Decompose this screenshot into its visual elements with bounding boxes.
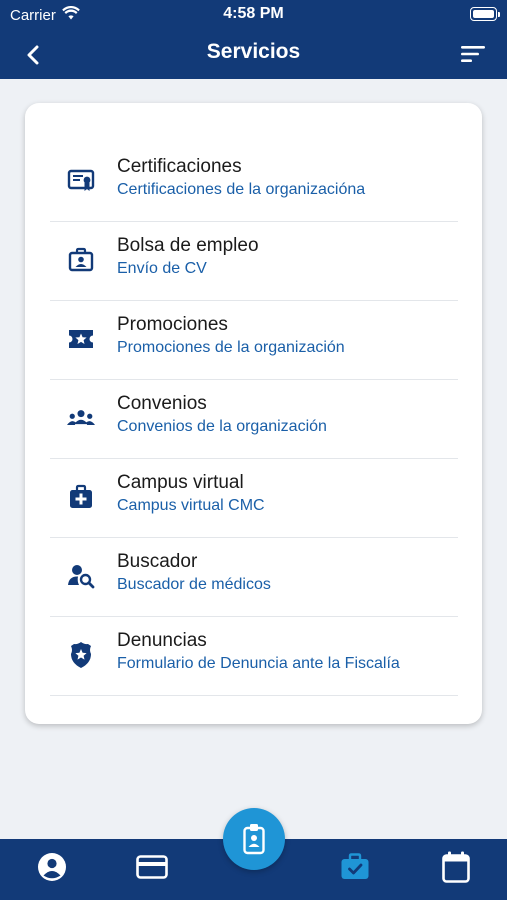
filter-button[interactable] [459, 39, 489, 69]
service-item-certificaciones[interactable]: Certificaciones Certificaciones de la or… [50, 143, 458, 222]
service-title: Buscador [117, 551, 198, 572]
service-item-denuncias[interactable]: Denuncias Formulario de Denuncia ante la… [50, 617, 458, 696]
police-badge-icon [67, 641, 95, 669]
page-title: Servicios [206, 40, 301, 63]
services-list: Certificaciones Certificaciones de la or… [50, 143, 458, 696]
filter-sort-icon [461, 46, 485, 62]
service-subtitle: Envío de CV [117, 260, 207, 277]
battery-icon [470, 7, 500, 21]
navigation-bar: Servicios [0, 30, 507, 79]
service-subtitle: Buscador de médicos [117, 576, 271, 593]
service-item-promociones[interactable]: Promociones Promociones de la organizaci… [50, 301, 458, 380]
service-item-buscador[interactable]: Buscador Buscador de médicos [50, 538, 458, 617]
status-time: 4:58 PM [223, 5, 284, 22]
profile-icon [38, 853, 66, 881]
badge-id-icon [243, 824, 265, 855]
service-title: Campus virtual [117, 472, 244, 493]
group-icon [67, 404, 95, 432]
tab-services[interactable] [335, 847, 375, 887]
services-card: Certificaciones Certificaciones de la or… [25, 103, 482, 724]
service-item-campus-virtual[interactable]: Campus virtual Campus virtual CMC [50, 459, 458, 538]
calendar-icon [442, 851, 470, 883]
screen: Carrier 4:58 PM Servicios Certificacione… [0, 0, 507, 900]
briefcase-check-icon [341, 853, 369, 879]
service-subtitle: Formulario de Denuncia ante la Fiscalía [117, 655, 400, 672]
service-title: Certificaciones [117, 156, 242, 177]
certificate-icon [67, 167, 95, 195]
ticket-star-icon [67, 325, 95, 353]
credential-button[interactable] [223, 808, 285, 870]
tab-profile[interactable] [32, 847, 72, 887]
top-bar: Carrier 4:58 PM Servicios [0, 0, 507, 79]
service-title: Bolsa de empleo [117, 235, 259, 256]
service-item-bolsa-de-empleo[interactable]: Bolsa de empleo Envío de CV [50, 222, 458, 301]
user-search-icon [67, 562, 95, 590]
service-title: Denuncias [117, 630, 207, 651]
briefcase-id-icon [67, 246, 95, 274]
status-bar: Carrier 4:58 PM [0, 0, 507, 30]
service-title: Promociones [117, 314, 228, 335]
service-subtitle: Promociones de la organización [117, 339, 345, 356]
service-subtitle: Convenios de la organización [117, 418, 327, 435]
service-item-convenios[interactable]: Convenios Convenios de la organización [50, 380, 458, 459]
service-subtitle: Certificaciones de la organizacióna [117, 181, 366, 198]
service-title: Convenios [117, 393, 207, 414]
credit-card-icon [136, 855, 168, 879]
tab-calendar[interactable] [436, 847, 476, 887]
medical-bag-icon [67, 483, 95, 511]
service-subtitle: Campus virtual CMC [117, 497, 265, 514]
tab-card[interactable] [132, 847, 172, 887]
